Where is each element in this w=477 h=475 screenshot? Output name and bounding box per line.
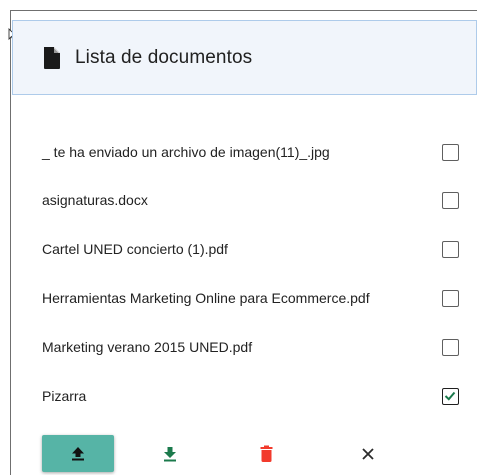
document-name: asignaturas.docx (42, 192, 148, 208)
download-button[interactable] (152, 435, 188, 472)
close-button[interactable] (350, 435, 386, 472)
checkmark-icon (444, 391, 456, 401)
document-name: Pizarra (42, 388, 87, 404)
list-item[interactable]: Cartel UNED concierto (1).pdf (0, 234, 477, 264)
document-checkbox[interactable] (442, 289, 459, 307)
document-checkbox[interactable] (442, 143, 459, 161)
download-icon (164, 446, 176, 461)
document-name: Cartel UNED concierto (1).pdf (42, 241, 228, 257)
close-icon (362, 447, 374, 460)
document-name: Herramientas Marketing Online para Ecomm… (42, 290, 370, 306)
action-toolbar (0, 435, 477, 475)
document-checkbox[interactable] (442, 191, 459, 209)
upload-button[interactable] (42, 435, 114, 472)
file-icon (44, 46, 60, 69)
document-checkbox-checked[interactable] (442, 387, 459, 405)
panel-title: Lista de documentos (75, 46, 253, 68)
document-checkbox[interactable] (442, 240, 459, 258)
delete-button[interactable] (248, 435, 284, 472)
list-item[interactable]: asignaturas.docx (0, 185, 477, 215)
list-item[interactable]: _ te ha enviado un archivo de imagen(11)… (0, 137, 477, 167)
trash-icon (260, 445, 272, 462)
document-checkbox[interactable] (442, 338, 459, 356)
list-item[interactable]: Marketing verano 2015 UNED.pdf (0, 332, 477, 362)
list-item[interactable]: Herramientas Marketing Online para Ecomm… (0, 283, 477, 313)
document-name: Marketing verano 2015 UNED.pdf (42, 339, 253, 355)
panel-header: Lista de documentos (12, 20, 477, 95)
document-name: _ te ha enviado un archivo de imagen(11)… (42, 144, 330, 160)
list-item[interactable]: Pizarra (0, 381, 477, 411)
upload-icon (72, 447, 84, 461)
